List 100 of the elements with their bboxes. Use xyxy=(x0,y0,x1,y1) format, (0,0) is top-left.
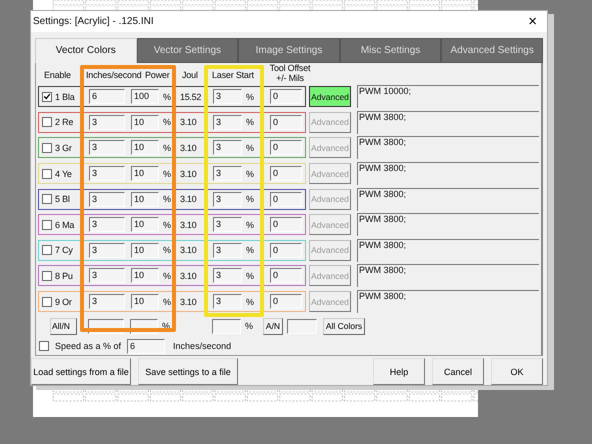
command-field[interactable]: PWM 3800; xyxy=(357,162,539,186)
advanced-button[interactable]: Advanced xyxy=(309,86,351,108)
speed-field[interactable]: 3 xyxy=(89,294,125,310)
unit-label: % xyxy=(244,194,254,204)
power-field[interactable]: 10 xyxy=(131,166,159,182)
joules-value: 15.52 xyxy=(180,92,202,102)
laser-start-field[interactable] xyxy=(212,318,241,334)
power-field[interactable]: 100 xyxy=(131,89,159,104)
column-header: Inches/second xyxy=(86,70,142,80)
tab[interactable]: Advanced Settings xyxy=(441,38,543,63)
all-none-button[interactable]: A/N xyxy=(263,318,283,335)
joules-value: 3.10 xyxy=(180,142,198,153)
unit-label: % xyxy=(244,92,254,102)
tool-offset-field[interactable]: 0 xyxy=(270,268,302,284)
speed-field[interactable]: 3 xyxy=(89,217,125,232)
unit-label: % xyxy=(162,194,171,204)
tab[interactable]: Vector Colors xyxy=(35,38,137,63)
all-none-button[interactable]: All/N xyxy=(50,318,77,335)
column-header: Laser Start xyxy=(212,70,254,80)
column-header: Tool Offset +/- Mils xyxy=(268,63,312,83)
power-field[interactable]: 10 xyxy=(131,114,159,130)
joules-value: 3.10 xyxy=(180,270,198,281)
tab[interactable]: Vector Settings xyxy=(136,38,238,63)
tool-offset-field[interactable]: 0 xyxy=(270,89,302,104)
dialog-button[interactable]: Help xyxy=(373,358,425,385)
tool-offset-field[interactable]: 0 xyxy=(270,242,302,258)
laser-start-field[interactable]: 3 xyxy=(213,114,242,130)
power-field[interactable]: 10 xyxy=(131,217,159,232)
laser-start-field[interactable]: 3 xyxy=(213,217,242,232)
command-field[interactable]: PWM 3800; xyxy=(357,290,539,314)
dialog-button[interactable]: Save settings to a file xyxy=(138,358,238,385)
laser-start-field[interactable]: 3 xyxy=(213,140,242,156)
enable-checkbox[interactable] xyxy=(42,296,52,307)
power-field[interactable]: 10 xyxy=(131,140,159,156)
tool-offset-field[interactable]: 0 xyxy=(270,217,302,232)
speed-percent-checkbox[interactable] xyxy=(39,341,49,352)
enable-checkbox[interactable] xyxy=(42,168,52,179)
speed-field[interactable]: 3 xyxy=(89,268,125,284)
speed-field[interactable]: 3 xyxy=(89,192,125,207)
speed-field[interactable]: 3 xyxy=(89,114,125,130)
command-field[interactable]: PWM 10000; xyxy=(357,85,539,108)
enable-checkbox[interactable] xyxy=(42,92,52,102)
speed-field[interactable]: 3 xyxy=(89,242,125,258)
command-field[interactable]: PWM 3800; xyxy=(357,238,539,262)
power-field[interactable]: 10 xyxy=(131,294,159,310)
color-label: 5 Bl xyxy=(55,194,71,204)
command-field[interactable]: PWM 3800; xyxy=(357,136,539,160)
speed-field[interactable]: 6 xyxy=(89,89,125,104)
unit-label: % xyxy=(244,321,253,332)
unit-label: % xyxy=(162,245,171,256)
color-label: 1 Bla xyxy=(55,92,76,102)
joules-value: 3.10 xyxy=(180,220,198,230)
speed-field[interactable]: 6 xyxy=(127,338,166,354)
unit-label: % xyxy=(244,142,254,153)
laser-start-field[interactable]: 3 xyxy=(213,192,242,207)
dialog-button[interactable]: Load settings from a file xyxy=(31,358,131,385)
enable-checkbox[interactable] xyxy=(42,220,52,230)
color-label: 9 Or xyxy=(55,296,73,307)
color-label: 4 Ye xyxy=(55,168,73,179)
command-field[interactable]: PWM 3800; xyxy=(357,110,539,134)
power-field[interactable]: 10 xyxy=(131,242,159,258)
command-field[interactable]: PWM 3800; xyxy=(357,213,539,236)
power-field[interactable]: 10 xyxy=(131,268,159,284)
joules-value: 3.10 xyxy=(180,117,198,128)
unit-label: % xyxy=(244,270,254,281)
speed-field[interactable]: 3 xyxy=(89,166,125,182)
command-field[interactable]: PWM 3800; xyxy=(357,188,539,211)
tool-offset-field[interactable]: 0 xyxy=(270,166,302,182)
tool-offset-field[interactable]: 0 xyxy=(270,192,302,207)
command-field[interactable]: PWM 3800; xyxy=(357,264,539,288)
laser-start-field[interactable]: 3 xyxy=(213,268,242,284)
unit-label: % xyxy=(244,296,254,307)
window-title: Settings: [Acrylic] - .125.INI xyxy=(33,16,154,27)
tool-offset-field[interactable]: 0 xyxy=(270,140,302,156)
enable-checkbox[interactable] xyxy=(42,194,52,204)
close-button[interactable]: × xyxy=(524,14,541,29)
tool-offset-field[interactable] xyxy=(287,318,317,334)
tab[interactable]: Image Settings xyxy=(238,38,340,63)
enable-checkbox[interactable] xyxy=(42,270,52,281)
laser-start-field[interactable]: 3 xyxy=(213,89,242,104)
enable-checkbox[interactable] xyxy=(42,245,52,256)
speed-field[interactable]: 3 xyxy=(89,140,125,156)
dialog-button[interactable]: Cancel xyxy=(432,358,484,385)
all-colors-button[interactable]: All Colors xyxy=(323,318,365,335)
laser-start-field[interactable]: 3 xyxy=(213,166,242,182)
unit-label: % xyxy=(162,296,171,307)
column-header: Joul xyxy=(182,70,198,80)
unit-label: % xyxy=(162,92,171,102)
unit-label: % xyxy=(162,142,171,153)
enable-checkbox[interactable] xyxy=(42,117,52,128)
tool-offset-field[interactable]: 0 xyxy=(270,294,302,310)
dialog-button[interactable]: OK xyxy=(491,358,543,385)
column-header: Power xyxy=(145,70,170,80)
tool-offset-field[interactable]: 0 xyxy=(270,114,302,130)
laser-start-field[interactable]: 3 xyxy=(213,242,242,258)
tab[interactable]: Misc Settings xyxy=(340,38,442,63)
power-field[interactable]: 10 xyxy=(131,192,159,207)
unit-label: % xyxy=(244,245,254,256)
laser-start-field[interactable]: 3 xyxy=(213,294,242,310)
enable-checkbox[interactable] xyxy=(42,142,52,153)
